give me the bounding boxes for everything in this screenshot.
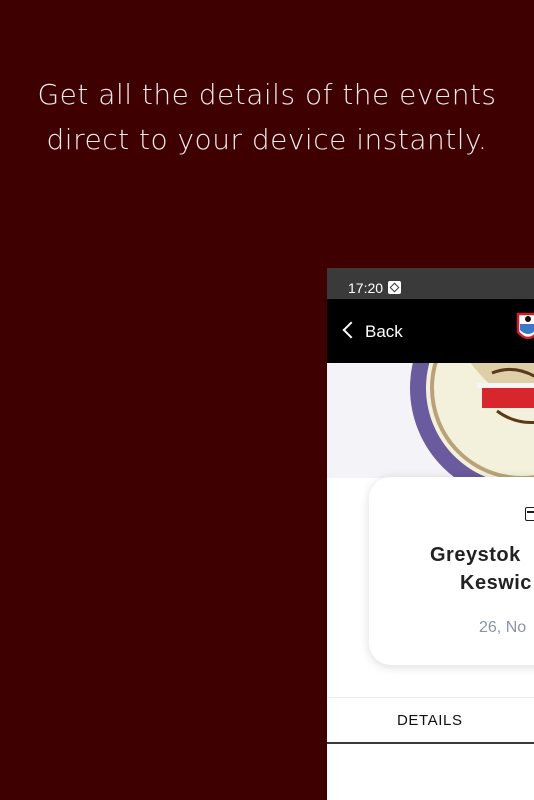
promo-headline-line-2: direct to your device instantly.	[46, 123, 488, 156]
event-card[interactable]: Greystok Keswic 26, No	[369, 477, 534, 665]
back-label: Back	[365, 322, 403, 341]
chevron-left-icon	[342, 321, 360, 339]
promo-headline: Get all the details of the events direct…	[0, 72, 534, 162]
promo-screen: Get all the details of the events direct…	[0, 0, 534, 800]
tab-details[interactable]: DETAILS	[397, 712, 463, 729]
promo-headline-line-1: Get all the details of the events	[37, 78, 497, 111]
back-button[interactable]: Back	[341, 320, 403, 344]
club-crest-banner	[327, 363, 534, 478]
club-logo-icon	[516, 312, 534, 340]
notification-icon	[388, 281, 401, 294]
away-team: Keswic	[460, 572, 532, 594]
status-time: 17:20	[348, 280, 384, 296]
phone-mockup: 17:20 Back Greystok Keswic 26, No DETAIL…	[327, 268, 534, 800]
tab-bar: DETAILS	[327, 697, 534, 744]
nav-bar: Back	[327, 299, 534, 363]
event-date: 26, No	[479, 619, 527, 636]
home-team: Greystok	[430, 544, 521, 566]
calendar-icon	[525, 507, 534, 521]
status-bar: 17:20	[327, 268, 534, 299]
club-crest-image	[327, 363, 534, 478]
